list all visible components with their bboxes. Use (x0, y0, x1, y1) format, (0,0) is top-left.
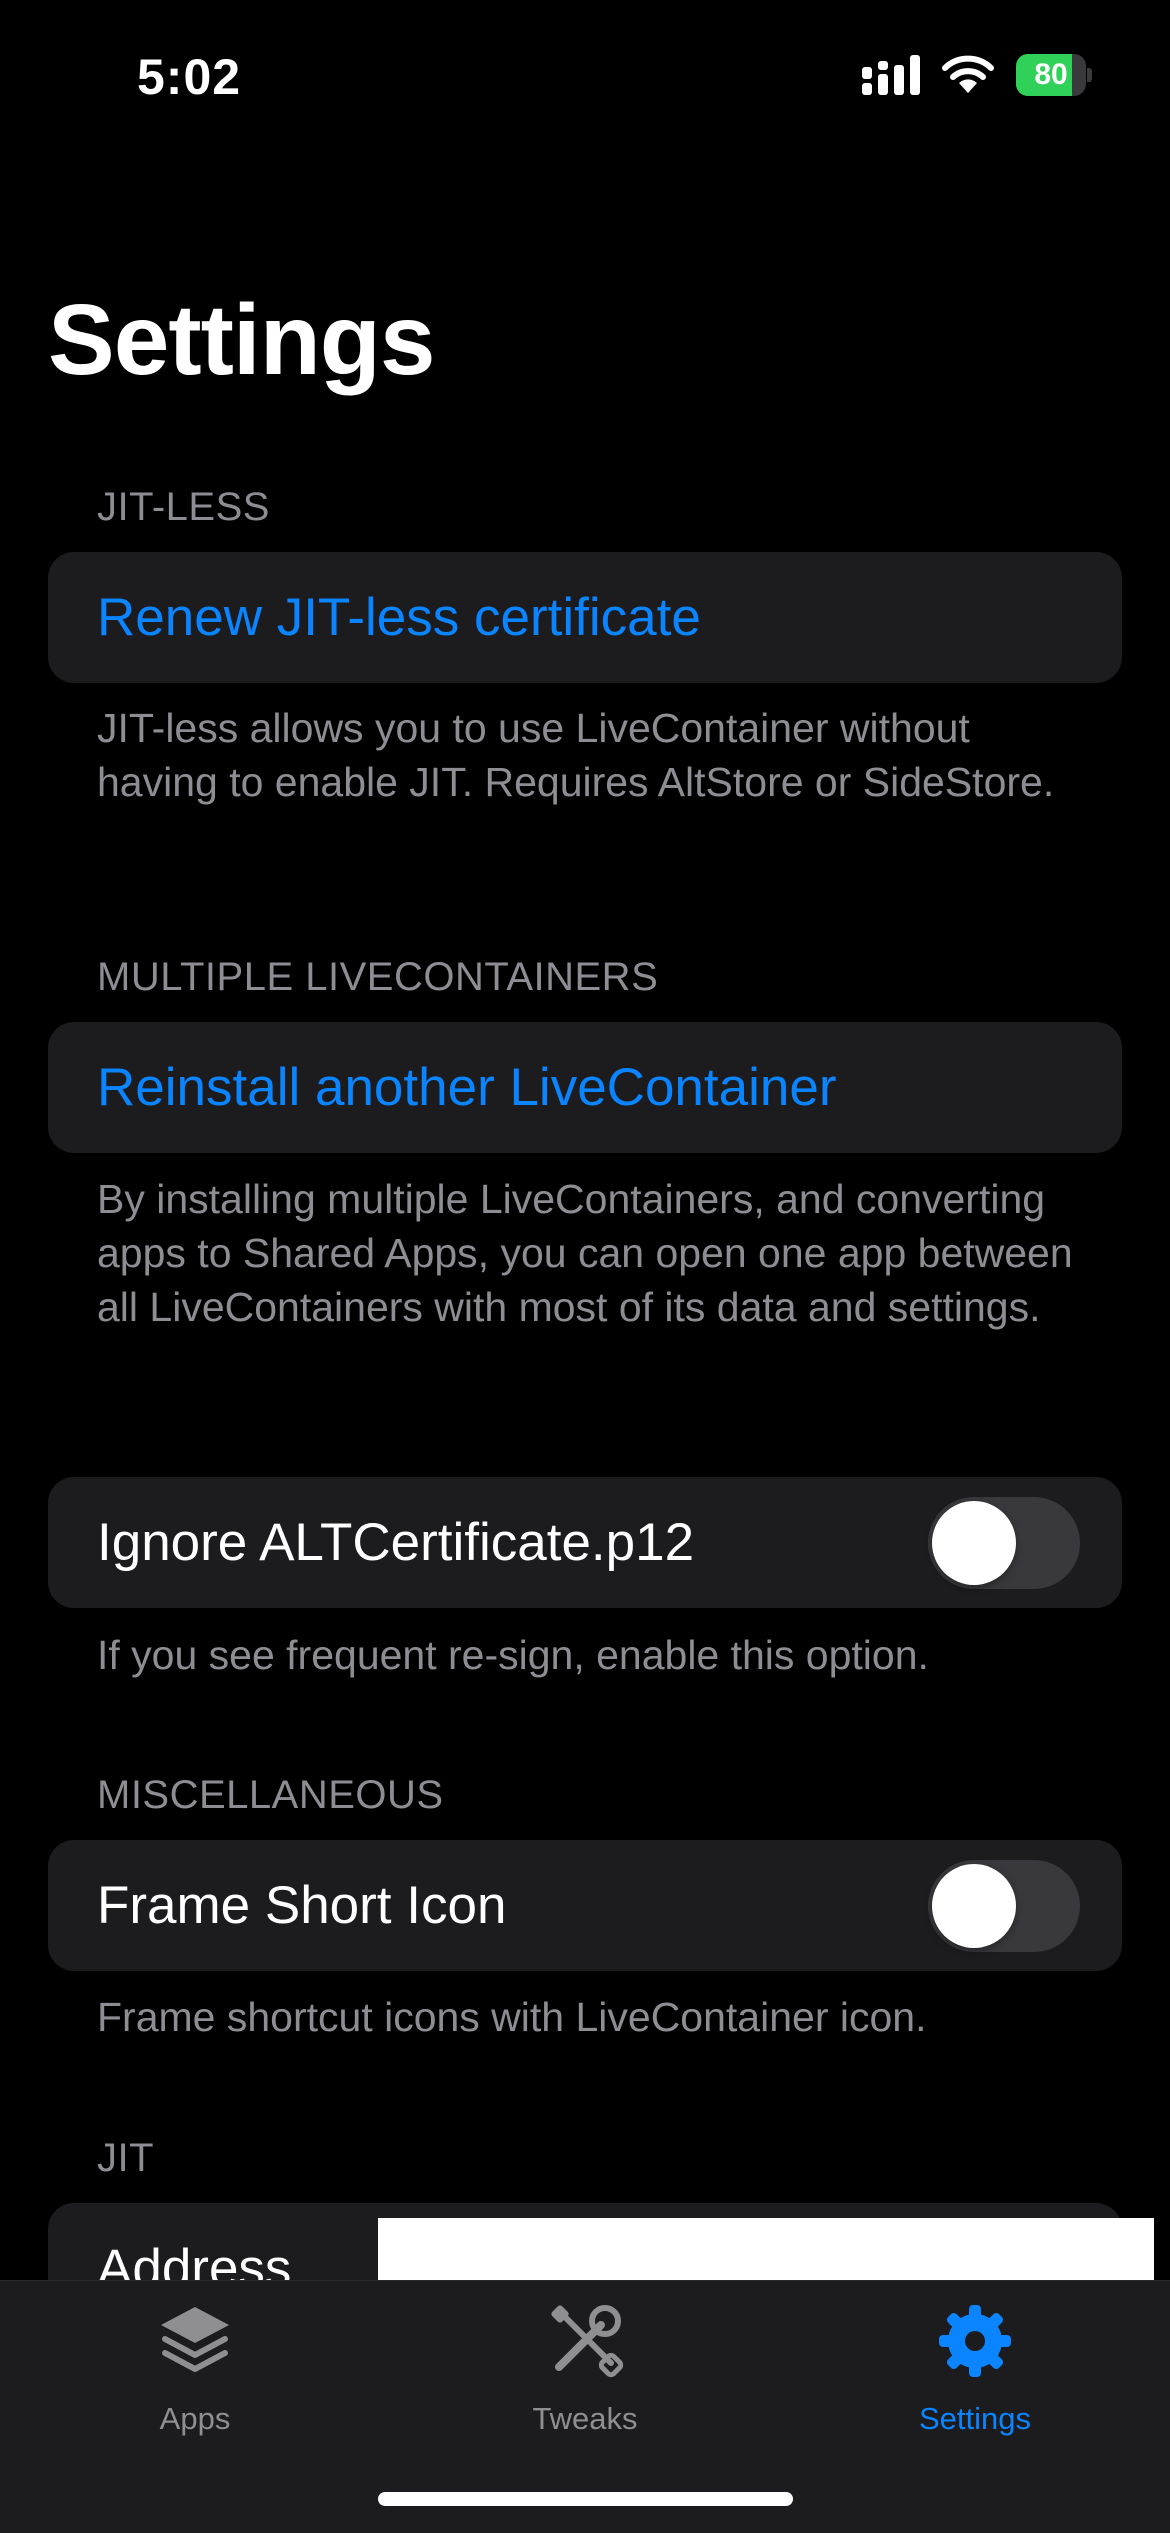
status-time: 5:02 (137, 49, 242, 105)
tab-tweaks[interactable]: Tweaks (390, 2281, 780, 2481)
section-header-multiple: MULTIPLE LIVECONTAINERS (97, 955, 659, 999)
stack-icon (161, 2307, 229, 2372)
battery-percent: 80 (1034, 58, 1068, 91)
status-icons: 80 (862, 54, 1092, 96)
section-footer-miscellaneous: Frame shortcut icons with LiveContainer … (97, 1994, 927, 2040)
redaction-block (378, 2218, 1154, 2280)
cellular-signal-icon (862, 55, 920, 95)
renew-certificate-button[interactable]: Renew JIT-less certificate (97, 552, 701, 683)
page-title: Settings (48, 284, 435, 396)
section-footer-ignore-certificate: If you see frequent re-sign, enable this… (97, 1632, 929, 1678)
toggle-knob (932, 1864, 1016, 1948)
status-bar: 5:02 80 (0, 0, 1170, 150)
ignore-certificate-label: Ignore ALTCertificate.p12 (97, 1513, 695, 1572)
frame-short-icon-cell: Frame Short Icon (48, 1840, 1122, 1971)
gear-icon (939, 2305, 1011, 2377)
tab-tweaks-label: Tweaks (532, 2401, 638, 2436)
section-header-jit: JIT (97, 2136, 155, 2180)
home-indicator (378, 2492, 793, 2506)
reinstall-livecontainer-button[interactable]: Reinstall another LiveContainer (97, 1022, 837, 1153)
section-footer-multiple: By installing multiple LiveContainers, a… (97, 1176, 1073, 1330)
tab-apps[interactable]: Apps (0, 2281, 390, 2481)
section-footer-jit-less: JIT-less allows you to use LiveContainer… (97, 705, 1055, 805)
section-header-miscellaneous: MISCELLANEOUS (97, 1773, 444, 1817)
reinstall-livecontainer-cell[interactable]: Reinstall another LiveContainer (48, 1022, 1122, 1153)
tab-apps-label: Apps (159, 2401, 231, 2436)
ignore-certificate-cell: Ignore ALTCertificate.p12 (48, 1477, 1122, 1608)
frame-short-icon-label: Frame Short Icon (97, 1876, 507, 1935)
toggle-knob (932, 1501, 1016, 1585)
battery-icon: 80 (1016, 54, 1092, 96)
wifi-icon (942, 55, 994, 93)
renew-certificate-cell[interactable]: Renew JIT-less certificate (48, 552, 1122, 683)
tools-icon (551, 2305, 624, 2378)
tab-settings-label: Settings (918, 2401, 1031, 2436)
frame-short-icon-toggle[interactable] (928, 1860, 1080, 1952)
section-header-jit-less: JIT-LESS (97, 485, 270, 529)
tab-settings[interactable]: Settings (780, 2281, 1170, 2481)
ignore-certificate-toggle[interactable] (928, 1497, 1080, 1589)
